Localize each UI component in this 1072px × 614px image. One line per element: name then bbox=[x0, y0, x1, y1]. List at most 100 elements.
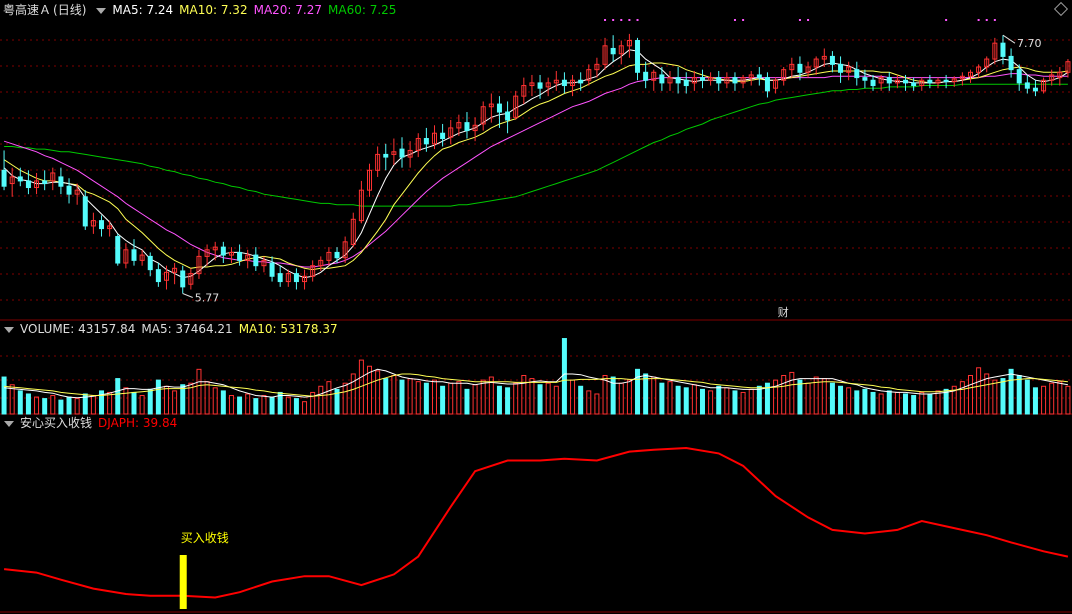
volume-bar-up bbox=[513, 382, 519, 415]
candle-down bbox=[829, 55, 835, 65]
candle-down bbox=[505, 111, 511, 121]
volume-bar-down bbox=[423, 382, 429, 415]
ma10-line-group bbox=[3, 62, 1068, 271]
event-dot bbox=[742, 19, 745, 21]
volume-bar-up bbox=[553, 385, 559, 415]
candle-down bbox=[578, 79, 584, 84]
volume-bar-down bbox=[1000, 378, 1006, 415]
ma5-line bbox=[3, 49, 1069, 279]
volume-bar-up bbox=[196, 368, 202, 415]
volume-bar-down bbox=[464, 388, 470, 415]
volume-bar-up bbox=[1049, 382, 1055, 415]
ma20-legend: MA20: 7.27 bbox=[253, 3, 323, 17]
low-price-label: 5.77 bbox=[195, 291, 220, 304]
event-dot bbox=[977, 19, 980, 21]
volume-bar-down bbox=[886, 390, 892, 415]
volume-bar-up bbox=[789, 371, 795, 415]
indicator-name: 安心买入收钱 bbox=[20, 416, 93, 430]
candle-down bbox=[399, 148, 405, 158]
event-dot bbox=[620, 19, 623, 21]
volume-bar-down bbox=[440, 385, 446, 415]
volume-bar-up bbox=[1041, 385, 1047, 415]
volume-bar-up bbox=[594, 393, 600, 415]
volume-bar-down bbox=[237, 396, 243, 415]
dropdown-triangle-icon[interactable] bbox=[4, 326, 14, 333]
volume-bar-up bbox=[245, 393, 251, 415]
ma60-line bbox=[4, 83, 1068, 207]
volume-bar-down bbox=[927, 393, 933, 415]
volume-bar-down bbox=[496, 385, 502, 415]
volume-bar-up bbox=[545, 382, 551, 415]
volume-bar-down bbox=[537, 384, 543, 415]
volume-bar-down bbox=[1024, 379, 1030, 415]
high-pointer bbox=[1002, 34, 1016, 44]
ma10-line bbox=[3, 62, 1068, 271]
volume-bar-up bbox=[1065, 385, 1071, 415]
event-dot bbox=[612, 19, 615, 21]
volume-bar-up bbox=[212, 387, 218, 415]
volume-ma10-legend: MA10: 53178.37 bbox=[238, 322, 338, 336]
volume-bar-up bbox=[391, 375, 397, 415]
volume-bar-up bbox=[894, 391, 900, 415]
volume-bar-up bbox=[651, 376, 657, 415]
event-dot bbox=[993, 19, 996, 21]
volume-bar-up bbox=[667, 381, 673, 415]
candle-down bbox=[17, 176, 23, 182]
low-pointer bbox=[182, 293, 193, 298]
volume-bar-down bbox=[66, 396, 72, 415]
volume-bar-down bbox=[683, 387, 689, 415]
volume-bar-down bbox=[870, 391, 876, 415]
candle-down bbox=[277, 273, 283, 283]
candle-down bbox=[886, 77, 892, 84]
ma5-legend: MA5: 7.24 bbox=[112, 3, 174, 17]
dropdown-triangle-icon[interactable] bbox=[96, 7, 107, 14]
volume-ma-lines bbox=[4, 368, 1068, 399]
candle-down bbox=[903, 79, 909, 84]
volume-bar-up bbox=[74, 398, 80, 415]
volume-bar-down bbox=[293, 398, 299, 415]
volume-legend: VOLUME: 43157.84 bbox=[20, 322, 136, 336]
volume-bar-down bbox=[699, 388, 705, 415]
candle-down bbox=[659, 74, 665, 84]
volume-bar-down bbox=[756, 385, 762, 415]
candle-down bbox=[716, 77, 722, 84]
volume-bar-down bbox=[220, 390, 226, 415]
event-dot bbox=[798, 19, 801, 21]
candle-down bbox=[699, 77, 705, 81]
volume-bar-up bbox=[431, 379, 437, 415]
volume-bar-down bbox=[269, 396, 275, 415]
volume-bar-up bbox=[407, 378, 413, 415]
volume-bar-down bbox=[838, 385, 844, 415]
ma10-legend: MA10: 7.32 bbox=[179, 3, 248, 17]
event-dot bbox=[945, 19, 948, 21]
volume-bar-up bbox=[618, 382, 624, 415]
buy-signal-label: 买入收钱 bbox=[181, 530, 229, 545]
volume-bar-down bbox=[561, 338, 567, 415]
candle-down bbox=[496, 103, 502, 113]
volume-bar-up bbox=[626, 379, 632, 415]
candle-down bbox=[131, 249, 137, 261]
volume-bar-up bbox=[480, 379, 486, 415]
candle-down bbox=[253, 254, 259, 267]
event-dot bbox=[604, 19, 607, 21]
candle-down bbox=[1032, 87, 1038, 92]
candle-down bbox=[155, 269, 161, 283]
djaph-line bbox=[3, 446, 1069, 599]
volume-bar-up bbox=[285, 396, 291, 415]
dropdown-triangle-icon[interactable] bbox=[4, 420, 14, 427]
volume-bar-down bbox=[1008, 368, 1014, 415]
volume-bar-up bbox=[691, 384, 697, 415]
candle-down bbox=[440, 132, 446, 140]
volume-bar-down bbox=[635, 368, 641, 415]
volume-bar-up bbox=[472, 384, 478, 415]
candle-down bbox=[643, 71, 649, 81]
candle-down bbox=[115, 236, 121, 264]
candles[interactable] bbox=[1, 33, 1071, 294]
financial-report-marker[interactable]: 财 bbox=[778, 305, 789, 319]
volume-bar-up bbox=[570, 379, 576, 415]
volume-bar-up bbox=[1057, 381, 1063, 415]
stock-chart[interactable]: 7.70 5.77 财 买入收钱 bbox=[0, 0, 1072, 614]
candle-down bbox=[911, 82, 917, 87]
high-price-label: 7.70 bbox=[1017, 37, 1042, 50]
buy-signal-bar bbox=[179, 555, 187, 609]
